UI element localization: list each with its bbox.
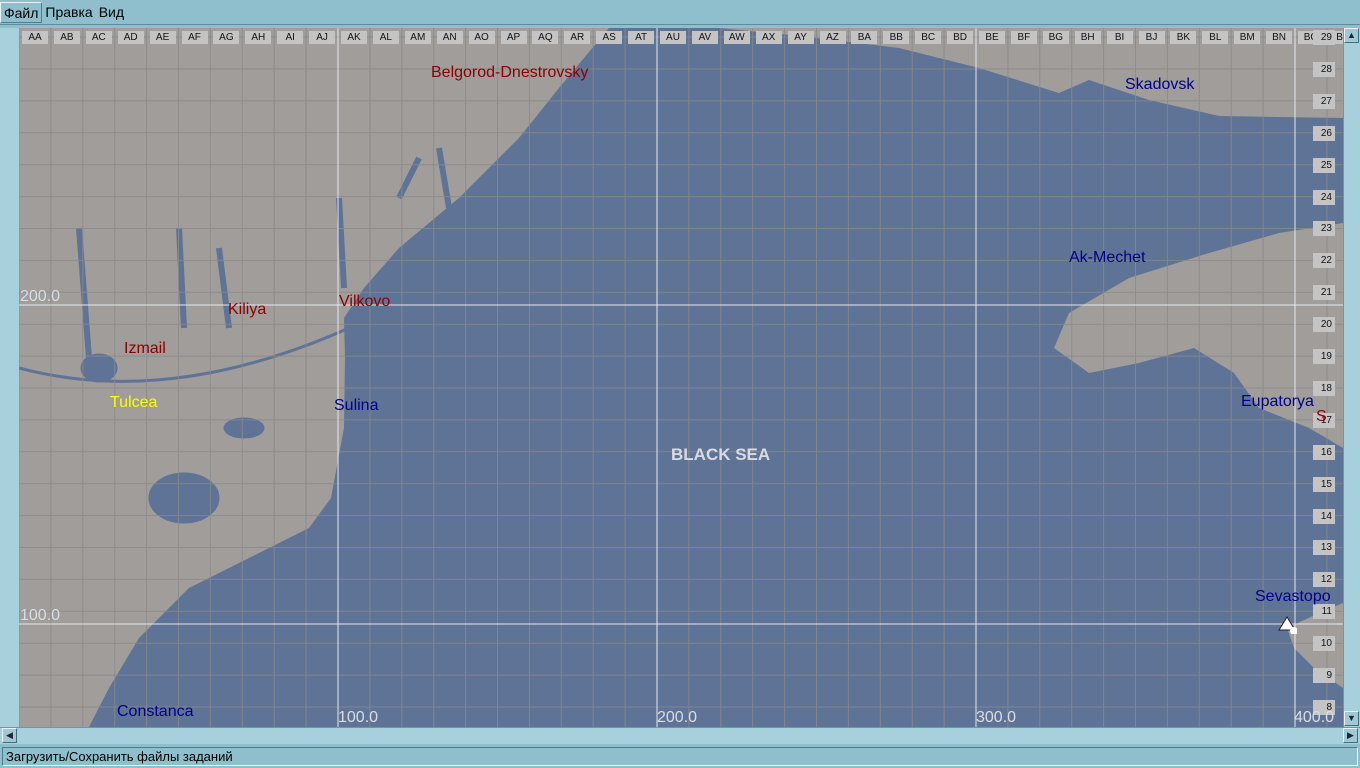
column-label: AA [22, 31, 48, 44]
column-label: AV [691, 31, 718, 44]
column-label: AH [245, 31, 272, 44]
column-label: AD [117, 31, 144, 44]
column-label: BG [1042, 31, 1069, 44]
row-label: 16 [1313, 444, 1335, 460]
row-label: 22 [1313, 253, 1335, 269]
map-terrain [19, 28, 1343, 727]
row-label: 10 [1313, 636, 1335, 652]
column-label: BC [915, 31, 942, 44]
column-label: AF [181, 31, 208, 44]
column-label: BD [947, 31, 974, 44]
row-label: 28 [1313, 61, 1335, 77]
status-bar: Загрузить/Сохранить файлы заданий [0, 745, 1360, 768]
row-label: 23 [1313, 221, 1335, 237]
city-sulina[interactable]: Sulina [334, 397, 378, 415]
column-label: BA [851, 31, 878, 44]
row-label: 13 [1313, 540, 1335, 556]
column-label: BK [1170, 31, 1197, 44]
menu-view[interactable]: Вид [96, 2, 127, 23]
row-label: 12 [1313, 572, 1335, 588]
menu-bar: Файл Правка Вид [0, 0, 1360, 25]
column-label: AN [436, 31, 463, 44]
airfield-icon[interactable] [1277, 614, 1297, 634]
status-text: Загрузить/Сохранить файлы заданий [2, 747, 1358, 766]
column-label: BJ [1138, 31, 1165, 44]
column-label: AM [404, 31, 431, 44]
column-label: AJ [309, 31, 336, 44]
row-label: 18 [1313, 380, 1335, 396]
column-label: BE [979, 31, 1005, 44]
column-label: BL [1202, 31, 1229, 44]
column-label: AO [468, 31, 495, 44]
scroll-down-button[interactable]: ▼ [1344, 711, 1359, 726]
column-label: BH [1074, 31, 1101, 44]
column-label: BB [883, 31, 910, 44]
column-label: AI [277, 31, 304, 44]
column-label: BF [1010, 31, 1037, 44]
row-label: 20 [1313, 317, 1335, 333]
city-skadovsk[interactable]: Skadovsk [1125, 76, 1194, 94]
city-tulcea[interactable]: Tulcea [110, 394, 157, 412]
scroll-left-button[interactable]: ◀ [2, 728, 17, 743]
column-label: AB [53, 31, 80, 44]
column-label: AK [341, 31, 367, 44]
column-label: AW [723, 31, 750, 44]
row-label: 26 [1313, 125, 1335, 141]
sea-label: BLACK SEA [671, 445, 771, 464]
y-coord-100: 100.0 [20, 607, 61, 624]
row-label: 19 [1313, 349, 1335, 364]
left-border [0, 28, 19, 727]
column-label: AX [755, 31, 782, 44]
city-sevastopol[interactable]: Sevastopo [1255, 588, 1331, 606]
scroll-right-button[interactable]: ▶ [1343, 728, 1358, 743]
city-eupatorya[interactable]: Eupatorya [1241, 393, 1314, 411]
column-label: BN [1266, 31, 1293, 44]
menu-edit[interactable]: Правка [42, 2, 95, 23]
menu-file[interactable]: Файл [0, 1, 43, 23]
x-coord-300: 300.0 [976, 709, 1017, 726]
y-coord-200: 200.0 [20, 288, 61, 305]
column-label: AP [500, 31, 527, 44]
column-label: AT [628, 31, 655, 44]
map-canvas[interactable]: AA AB AC AD AE AF AG AH AI AJ AK AL AM AN AO AP AQ AR AS AT… [19, 28, 1343, 727]
vertical-scrollbar[interactable]: ▲ ▼ [1343, 28, 1360, 727]
horizontal-scrollbar[interactable]: ◀ ▶ [0, 727, 1360, 744]
column-label: AQ [532, 31, 559, 44]
city-ak-mechet[interactable]: Ak-Mechet [1069, 249, 1145, 267]
city-constanca[interactable]: Constanca [117, 703, 194, 721]
x-coord-400: 400.0 [1294, 709, 1335, 726]
x-coord-200: 200.0 [657, 709, 698, 726]
column-label: AU [660, 31, 686, 44]
row-label: 24 [1313, 189, 1335, 205]
city-belgorod-dnestrovsky[interactable]: Belgorod-Dnestrovsky [431, 64, 588, 82]
city-partial[interactable]: S [1316, 408, 1327, 426]
city-kiliya[interactable]: Kiliya [228, 301, 266, 319]
city-vilkovo[interactable]: Vilkovo [339, 293, 390, 311]
column-label: AY [787, 31, 814, 44]
row-label: 11 [1313, 604, 1335, 620]
row-label: 27 [1313, 93, 1335, 109]
column-label: AZ [819, 31, 846, 44]
row-label: 15 [1313, 476, 1335, 492]
column-label: AR [564, 31, 591, 44]
column-label: AG [213, 31, 240, 44]
scroll-up-button[interactable]: ▲ [1344, 28, 1359, 43]
city-izmail[interactable]: Izmail [124, 340, 166, 358]
row-label: 14 [1313, 508, 1335, 524]
row-label: 25 [1313, 157, 1335, 173]
row-label: 9 [1313, 668, 1335, 683]
x-coord-100: 100.0 [338, 709, 379, 726]
row-label: 29 [1313, 30, 1335, 45]
column-label: AE [149, 31, 176, 44]
column-label: AL [372, 31, 399, 44]
column-label: AC [85, 31, 112, 44]
column-label: BM [1234, 31, 1261, 44]
row-label: 21 [1313, 285, 1335, 301]
column-label: BI [1106, 31, 1133, 44]
column-label: AS [596, 31, 623, 44]
